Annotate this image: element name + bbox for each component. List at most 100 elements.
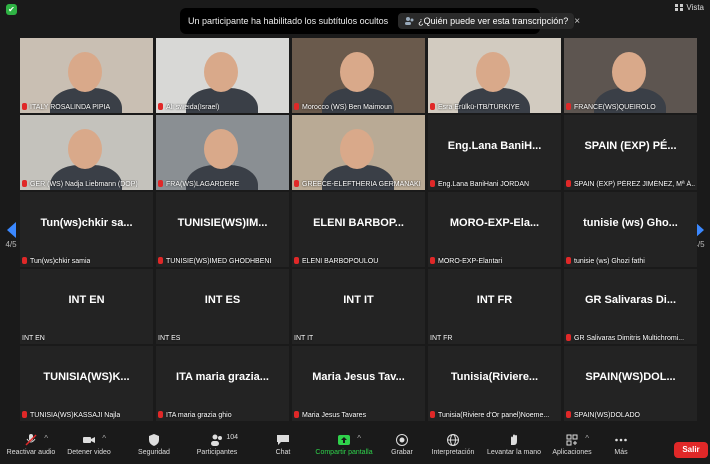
apps-caret-icon[interactable]: ^ [585, 434, 589, 443]
participant-name-text: tunisie (ws) Ghozi fathi [574, 258, 645, 265]
participant-tile[interactable]: TUNISIE(WS)IM... TUNISIE(WS)IMED GHODHBEN… [156, 192, 289, 267]
video-caret-icon[interactable]: ^ [102, 434, 106, 443]
transcript-visibility-button[interactable]: ¿Quién puede ver esta transcripción? [398, 13, 575, 29]
participant-tile[interactable]: Tunisia(Riviere... Tunisia(Riviere d'Or p… [428, 346, 561, 421]
muted-mic-icon [22, 257, 27, 264]
globe-icon [446, 434, 460, 446]
close-notice-icon[interactable]: × [574, 16, 580, 27]
participants-button[interactable]: 104 Participantes [192, 434, 242, 456]
muted-mic-icon [430, 411, 435, 418]
participant-tile[interactable]: GR Salivaras Di... GR Salivaras Dimitris … [564, 269, 697, 344]
participant-name-label: FRA(WS)LAGARDERE [158, 180, 239, 188]
video-camera-icon: ^ [82, 434, 106, 446]
participant-name-label: ELENI BARBOPOULOU [294, 257, 378, 265]
participant-name-label: INT ES [158, 335, 180, 342]
participant-tile[interactable]: GER (WS) Nadja Liebmann (DOP) [20, 115, 153, 190]
participant-name-label: GREECE-ELEFTHERIA GERMANAKI [294, 180, 421, 188]
participant-name-text: SPAIN (EXP) PÉREZ JIMÉNEZ, Mª Á... [574, 181, 695, 188]
participant-tile[interactable]: Eng.Lana BaniH... Eng.Lana BaniHani JORDA… [428, 115, 561, 190]
participant-tile[interactable]: Morocco (WS) Ben Maimoun [292, 38, 425, 113]
stop-video-button[interactable]: ^ Detener video [64, 434, 114, 456]
chat-button[interactable]: Chat [268, 434, 298, 456]
participant-video-figure [204, 52, 238, 92]
participant-name-label: SPAIN(WS)DOLADO [566, 411, 640, 419]
participant-name-text: GR Salivaras Dimitris Multichromi... [574, 335, 685, 342]
participant-display-name: INT IT [343, 293, 374, 306]
participant-display-name: Maria Jesus Tav... [312, 370, 405, 383]
interpretation-button[interactable]: Interpretación [428, 434, 478, 456]
participant-video-figure [340, 52, 374, 92]
view-label: Vista [686, 3, 704, 12]
muted-mic-icon [566, 180, 571, 187]
participant-name-text: FRA(WS)LAGARDERE [166, 181, 240, 188]
participant-tile[interactable]: SPAIN(WS)DOL... SPAIN(WS)DOLADO [564, 346, 697, 421]
security-shield-icon[interactable]: ✔ [6, 4, 17, 15]
participant-tile[interactable]: ITA maria grazia... ITA maria grazia ghio [156, 346, 289, 421]
participant-name-label: Esra Erülkü-İTB/TÜRKİYE [430, 103, 520, 111]
muted-mic-icon [22, 180, 27, 187]
muted-mic-icon [430, 103, 435, 110]
participant-display-name: ELENI BARBOP... [313, 216, 404, 229]
participant-tile[interactable]: tunisie (ws) Gho... tunisie (ws) Ghozi fa… [564, 192, 697, 267]
participant-name-text: INT EN [22, 335, 45, 342]
participant-tile[interactable]: Ali sweida(Israel) [156, 38, 289, 113]
share-caret-icon[interactable]: ^ [357, 434, 361, 443]
participant-tile[interactable]: SPAIN (EXP) PÉ... SPAIN (EXP) PÉREZ JIMÉN… [564, 115, 697, 190]
raise-hand-button[interactable]: Levantar la mano [484, 434, 544, 456]
view-button[interactable]: Vista [675, 3, 704, 12]
more-label: Más [614, 449, 628, 456]
participant-name-label: Eng.Lana BaniHani JORDAN [430, 180, 529, 188]
participant-name-label: Tun(ws)chkir samia [22, 257, 90, 265]
record-button[interactable]: Grabar [388, 434, 416, 456]
audio-caret-icon[interactable]: ^ [44, 434, 48, 443]
participant-name-text: TUNISIE(WS)IMED GHODHBENI [166, 258, 272, 265]
participant-tile[interactable]: INT IT INT IT [292, 269, 425, 344]
unmute-audio-button[interactable]: ^ Reactivar audio [6, 434, 56, 456]
previous-page-button[interactable]: 4/5 [3, 222, 19, 249]
participant-tile[interactable]: GREECE-ELEFTHERIA GERMANAKI [292, 115, 425, 190]
participant-video-figure [204, 129, 238, 169]
participant-name-text: INT IT [294, 335, 314, 342]
participant-name-label: SPAIN (EXP) PÉREZ JIMÉNEZ, Mª Á... [566, 180, 695, 188]
participant-name-text: ITALY ROSALINDA PIPIA [30, 104, 111, 111]
participants-count: 104 [226, 434, 238, 441]
muted-mic-icon [430, 257, 435, 264]
interpretation-label: Interpretación [431, 449, 475, 456]
participant-tile[interactable]: Maria Jesus Tav... Maria Jesus Tavares [292, 346, 425, 421]
participant-video-figure [68, 52, 102, 92]
participant-name-label: FRANCE(WS)QUEIROLO [566, 103, 656, 111]
participant-video-figure [476, 52, 510, 92]
captions-notice-text: Un participante ha habilitado los subtít… [188, 16, 389, 26]
shield-icon [147, 434, 161, 446]
participant-tile[interactable]: FRA(WS)LAGARDERE [156, 115, 289, 190]
muted-mic-icon [294, 411, 299, 418]
muted-mic-icon [294, 257, 299, 264]
participant-tile[interactable]: FRANCE(WS)QUEIROLO [564, 38, 697, 113]
share-screen-button[interactable]: ^ Compartir pantalla [312, 434, 376, 456]
grid-view-icon [675, 4, 684, 11]
participant-tile[interactable]: INT FR INT FR [428, 269, 561, 344]
participant-tile[interactable]: INT ES INT ES [156, 269, 289, 344]
muted-mic-icon [430, 180, 435, 187]
participant-tile[interactable]: TUNISIA(WS)K... TUNISIA(WS)KASSAJI Najla [20, 346, 153, 421]
people-icon [405, 17, 414, 25]
participant-display-name: INT FR [476, 293, 513, 306]
participant-tile[interactable]: Esra Erülkü-İTB/TÜRKİYE [428, 38, 561, 113]
participant-tile[interactable]: Tun(ws)chkir sa... Tun(ws)chkir samia [20, 192, 153, 267]
apps-button[interactable]: ^ Aplicaciones [550, 434, 594, 456]
record-label: Grabar [391, 449, 413, 456]
leave-button[interactable]: Salir [674, 442, 708, 458]
security-button[interactable]: Seguridad [132, 434, 176, 456]
participant-tile[interactable]: ELENI BARBOP... ELENI BARBOPOULOU [292, 192, 425, 267]
participant-tile[interactable]: INT EN INT EN [20, 269, 153, 344]
participant-name-text: GER (WS) Nadja Liebmann (DOP) [30, 181, 138, 188]
more-button[interactable]: Más [606, 434, 636, 456]
participant-tile[interactable]: ITALY ROSALINDA PIPIA [20, 38, 153, 113]
apps-icon: ^ [565, 434, 589, 446]
muted-mic-icon [22, 103, 27, 110]
participant-name-text: FRANCE(WS)QUEIROLO [574, 104, 656, 111]
muted-mic-icon [158, 411, 163, 418]
participant-name-text: Tunisia(Riviere d'Or panel)Noeme... [438, 412, 550, 419]
muted-mic-icon [158, 180, 163, 187]
participant-tile[interactable]: MORO-EXP-Ela... MORO-EXP-Elantari [428, 192, 561, 267]
